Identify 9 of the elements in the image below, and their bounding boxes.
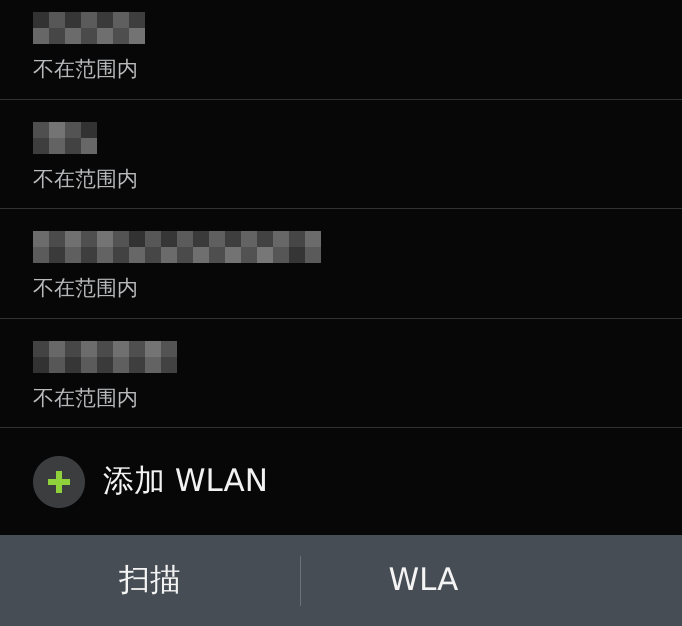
add-network-label[interactable]: 添加 WLAN — [103, 458, 268, 505]
pixelated-name — [33, 122, 97, 154]
network-status: 不在范围内 — [33, 275, 139, 301]
network-status: 不在范围内 — [33, 384, 139, 410]
bottom-button[interactable]: WLA — [300, 535, 682, 626]
scan-button[interactable]: 扫描 — [0, 535, 300, 626]
network-status: 不在范围内 — [33, 166, 139, 192]
add-icon[interactable] — [33, 456, 85, 508]
network-status: 不在范围内 — [33, 56, 139, 82]
